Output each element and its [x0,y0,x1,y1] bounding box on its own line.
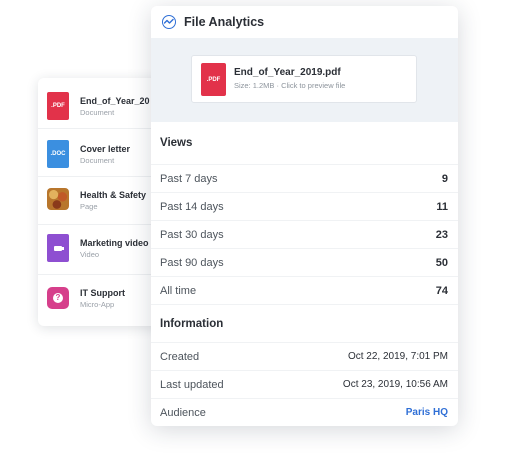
row-value: 9 [441,172,448,185]
list-item[interactable]: Marketing video Video [38,228,168,268]
row-value: 74 [435,284,448,297]
divider [38,128,168,129]
file-list-panel: .PDF End_of_Year_20 Document .DOC Cover … [38,78,168,326]
list-item-type: Document [80,156,115,165]
list-item-title: IT Support [80,288,125,298]
audience-link[interactable]: Paris HQ [406,407,448,418]
file-analytics-panel: File Analytics .PDF End_of_Year_2019.pdf… [151,6,458,426]
views-row: Past 7 days 9 [151,164,458,192]
row-label: Past 90 days [160,256,224,269]
panel-header: File Analytics [151,6,458,38]
info-row-created: Created Oct 22, 2019, 7:01 PM [151,342,458,370]
views-row: All time 74 [151,276,458,304]
list-item[interactable]: .DOC Cover letter Document [38,134,168,174]
row-value: 50 [435,256,448,269]
list-item-title: Health & Safety [80,190,147,200]
page-thumbnail-icon [47,188,69,210]
row-label: Past 7 days [160,172,218,185]
row-label: All time [160,284,197,297]
divider [38,274,168,275]
list-item[interactable]: IT Support Micro-App [38,278,168,318]
list-item-type: Page [80,202,98,211]
information-heading: Information [160,317,224,330]
list-item-type: Video [80,250,100,259]
list-item[interactable]: Health & Safety Page [38,180,168,220]
analytics-icon [162,15,176,29]
file-name: End_of_Year_2019.pdf [234,67,341,78]
list-item-title: Marketing video [80,238,149,248]
divider [38,176,168,177]
file-meta: Size: 1.2MB · Click to preview file [234,81,346,90]
list-item-type: Document [80,108,115,117]
file-preview-card[interactable]: .PDF End_of_Year_2019.pdf Size: 1.2MB · … [191,55,417,103]
row-value: 23 [435,228,448,241]
row-value: 11 [436,200,448,213]
row-label: Created [160,350,200,363]
file-preview-area: .PDF End_of_Year_2019.pdf Size: 1.2MB · … [151,38,458,122]
list-item-type: Micro-App [80,300,115,309]
list-item[interactable]: .PDF End_of_Year_20 Document [38,86,168,126]
video-file-icon [47,234,69,262]
pdf-file-icon: .PDF [201,63,226,96]
row-label: Audience [160,406,206,419]
views-row: Past 90 days 50 [151,248,458,276]
row-label: Last updated [160,378,224,391]
doc-file-icon: .DOC [47,140,69,168]
info-row-audience: Audience Paris HQ [151,398,458,426]
list-item-title: Cover letter [80,144,131,154]
list-item-title: End_of_Year_20 [80,96,150,106]
divider [38,224,168,225]
panel-title: File Analytics [184,15,265,29]
views-heading: Views [160,137,193,149]
row-value: Oct 22, 2019, 7:01 PM [347,351,448,362]
row-value: Oct 23, 2019, 10:56 AM [342,379,448,390]
pdf-file-icon: .PDF [47,92,69,120]
views-row: Past 14 days 11 [151,192,458,220]
row-label: Past 14 days [160,200,224,213]
views-row: Past 30 days 23 [151,220,458,248]
info-row-last-updated: Last updated Oct 23, 2019, 10:56 AM [151,370,458,398]
micro-app-icon [47,287,69,309]
row-label: Past 30 days [160,228,224,241]
